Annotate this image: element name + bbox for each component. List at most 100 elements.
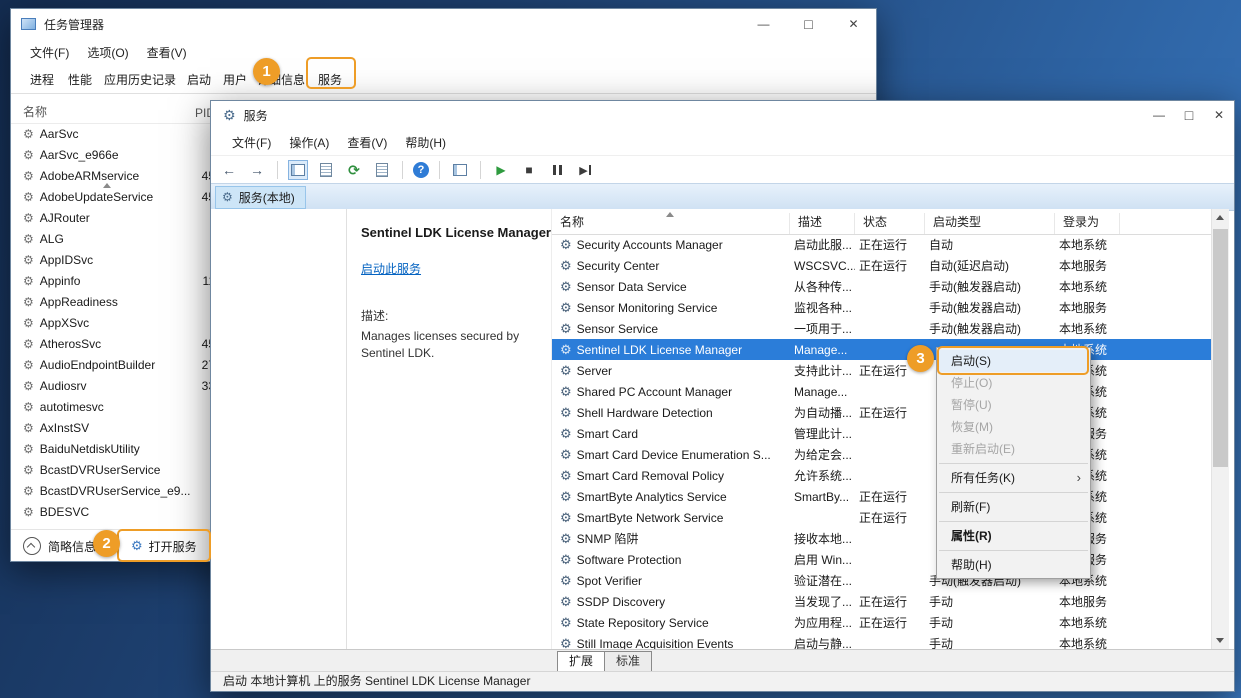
service-row-selected[interactable]: Sentinel LDK License ManagerManage...本地系… <box>552 339 1212 360</box>
service-name: Audiosrv <box>40 379 87 393</box>
close-icon[interactable] <box>1204 101 1234 129</box>
console-header-band: 服务(本地) <box>211 183 1234 211</box>
service-row[interactable]: Shared PC Account ManagerManage...本地系统 <box>552 381 1212 402</box>
service-row[interactable]: Security CenterWSCSVC...正在运行自动(延迟启动)本地服务 <box>552 255 1212 276</box>
service-row[interactable]: Smart Card Removal Policy允许系统...本地系统 <box>552 465 1212 486</box>
service-gear-icon <box>560 300 572 316</box>
service-row[interactable]: State Repository Service为应用程...正在运行手动本地系… <box>552 612 1212 633</box>
vertical-scrollbar[interactable] <box>1211 209 1229 649</box>
service-gear-icon <box>23 127 34 141</box>
forward-icon[interactable] <box>247 160 267 180</box>
cell-status: 正在运行 <box>855 509 925 526</box>
pause-service-icon[interactable] <box>547 160 567 180</box>
extended-description-pane: Sentinel LDK License Manager 启动此服务 描述: M… <box>347 209 551 649</box>
menu-item-help[interactable]: 帮助(H) <box>937 554 1090 576</box>
console-tree-pane[interactable] <box>211 209 347 649</box>
scroll-up-icon[interactable] <box>1216 215 1224 220</box>
description-label: 描述: <box>361 307 551 324</box>
menu-item-all-tasks[interactable]: 所有任务(K) <box>937 467 1090 489</box>
sort-ascending-icon <box>666 212 674 217</box>
menu-action[interactable]: 操作(A) <box>280 134 338 151</box>
context-menu: 启动(S) 停止(O) 暂停(U) 恢复(M) 重新启动(E) 所有任务(K) … <box>936 347 1091 579</box>
task-manager-titlebar[interactable]: 任务管理器 <box>11 9 876 39</box>
cell-description: 允许系统... <box>790 467 855 484</box>
collapse-chevron-icon[interactable] <box>23 537 41 555</box>
tab-app-history[interactable]: 应用历史记录 <box>99 65 181 93</box>
stop-service-icon[interactable] <box>519 160 539 180</box>
tab-processes[interactable]: 进程 <box>23 65 61 93</box>
service-row[interactable]: Shell Hardware Detection为自动播...正在运行本地系统 <box>552 402 1212 423</box>
service-pid: 45 <box>171 337 215 351</box>
menu-file[interactable]: 文件(F) <box>21 44 78 61</box>
cell-description: 监视各种... <box>790 299 855 316</box>
window-title: 服务 <box>244 107 268 124</box>
service-gear-icon <box>560 468 572 484</box>
column-header-logon-as[interactable]: 登录为 <box>1055 213 1120 234</box>
back-icon[interactable] <box>219 160 239 180</box>
service-row[interactable]: Sensor Service一项用于...手动(触发器启动)本地系统 <box>552 318 1212 339</box>
tab-extended[interactable]: 扩展 <box>557 651 605 671</box>
tree-node-services-local[interactable]: 服务(本地) <box>215 186 306 209</box>
toolbar-separator <box>277 161 278 179</box>
column-header-pid[interactable]: PID <box>171 106 215 120</box>
scrollbar-thumb[interactable] <box>1213 229 1228 467</box>
service-row[interactable]: Smart Card管理此计...本地服务 <box>552 423 1212 444</box>
properties-icon[interactable] <box>316 160 336 180</box>
menu-help[interactable]: 帮助(H) <box>396 134 455 151</box>
column-header-description[interactable]: 描述 <box>790 213 855 234</box>
service-row[interactable]: Smart Card Device Enumeration S...为给定会..… <box>552 444 1212 465</box>
menu-item-properties[interactable]: 属性(R) <box>937 525 1090 547</box>
service-row[interactable]: SmartByte Network Service正在运行本地系统 <box>552 507 1212 528</box>
restart-service-icon[interactable] <box>575 160 595 180</box>
service-gear-icon <box>560 342 572 358</box>
menu-file[interactable]: 文件(F) <box>223 134 280 151</box>
service-row[interactable]: SNMP 陷阱接收本地...本地服务 <box>552 528 1212 549</box>
brief-info-toggle[interactable]: 简略信息 <box>48 538 96 555</box>
service-row[interactable]: Software Protection启用 Win...网络服务 <box>552 549 1212 570</box>
service-row[interactable]: Still Image Acquisition Events启动与静...手动本… <box>552 633 1212 649</box>
minimize-icon[interactable] <box>741 9 786 39</box>
service-row[interactable]: Security Accounts Manager启动此服...正在运行自动本地… <box>552 234 1212 255</box>
services-toolbar <box>211 155 1235 185</box>
maximize-icon[interactable] <box>786 9 831 39</box>
menu-view[interactable]: 查看(V) <box>338 134 396 151</box>
menu-options[interactable]: 选项(O) <box>78 44 137 61</box>
cell-name: Smart Card Device Enumeration S... <box>577 448 771 462</box>
start-service-icon[interactable] <box>491 160 511 180</box>
export-list-icon[interactable] <box>372 160 392 180</box>
tab-standard[interactable]: 标准 <box>605 651 652 671</box>
service-row[interactable]: Sensor Monitoring Service监视各种...手动(触发器启动… <box>552 297 1212 318</box>
services-titlebar[interactable]: 服务 <box>211 101 1234 129</box>
cell-logon-as: 本地系统 <box>1055 236 1120 253</box>
scroll-down-icon[interactable] <box>1216 638 1224 643</box>
refresh-icon[interactable] <box>344 160 364 180</box>
close-icon[interactable] <box>831 9 876 39</box>
toolbar-separator <box>480 161 481 179</box>
service-row[interactable]: Server支持此计...正在运行本地系统 <box>552 360 1212 381</box>
tab-performance[interactable]: 性能 <box>61 65 99 93</box>
menu-item-refresh[interactable]: 刷新(F) <box>937 496 1090 518</box>
service-gear-icon <box>23 190 34 204</box>
cell-description: 管理此计... <box>790 425 855 442</box>
menu-view[interactable]: 查看(V) <box>138 44 196 61</box>
tab-startup[interactable]: 启动 <box>181 65 217 93</box>
column-header-name[interactable]: 名称 <box>23 103 47 120</box>
maximize-icon[interactable] <box>1174 101 1204 129</box>
service-row[interactable]: Spot Verifier验证潜在...手动(触发器启动)本地系统 <box>552 570 1212 591</box>
service-row[interactable]: SmartByte Analytics ServiceSmartBy...正在运… <box>552 486 1212 507</box>
service-gear-icon <box>23 358 34 372</box>
cell-description: 验证潜在... <box>790 572 855 589</box>
service-gear-icon <box>23 505 34 519</box>
column-header-status[interactable]: 状态 <box>855 213 925 234</box>
start-service-link[interactable]: 启动此服务 <box>361 260 421 277</box>
service-row[interactable]: SSDP Discovery当发现了...正在运行手动本地服务 <box>552 591 1212 612</box>
service-pid: 33 <box>171 379 215 393</box>
help-icon[interactable] <box>413 162 429 178</box>
view-icon[interactable] <box>450 160 470 180</box>
column-header-startup-type[interactable]: 启动类型 <box>925 213 1055 234</box>
minimize-icon[interactable] <box>1144 101 1174 129</box>
service-pid: 27 <box>171 358 215 372</box>
service-row[interactable]: Sensor Data Service从各种传...手动(触发器启动)本地系统 <box>552 276 1212 297</box>
tab-users[interactable]: 用户 <box>217 65 253 93</box>
show-console-tree-icon[interactable] <box>288 160 308 180</box>
